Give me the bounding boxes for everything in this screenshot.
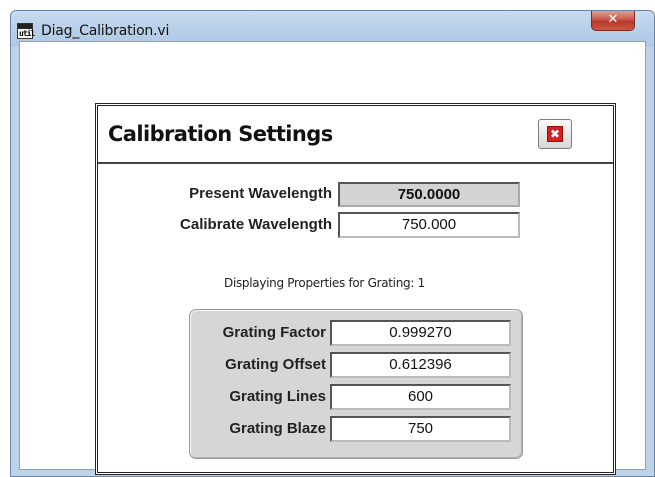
grating-offset-label: Grating Offset bbox=[225, 356, 326, 373]
panel-header: Calibration Settings ✖ bbox=[98, 106, 613, 164]
calibrate-wavelength-input[interactable]: 750.000 bbox=[338, 212, 520, 238]
panel-title: Calibration Settings bbox=[108, 122, 333, 146]
grating-factor-label: Grating Factor bbox=[222, 324, 326, 341]
window-title: Diag_Calibration.vi bbox=[41, 23, 170, 39]
close-icon: ✖ bbox=[547, 126, 563, 142]
grating-offset-input[interactable]: 0.612396 bbox=[330, 352, 511, 378]
grating-info-text: Displaying Properties for Grating: 1 bbox=[224, 276, 425, 290]
app-window: util Diag_Calibration.vi ✕ Calibration S… bbox=[10, 10, 655, 477]
grating-blaze-input[interactable]: 750 bbox=[330, 416, 511, 442]
window-close-button[interactable]: ✕ bbox=[591, 11, 635, 31]
grating-blaze-label: Grating Blaze bbox=[229, 420, 326, 437]
calibration-settings-panel: Calibration Settings ✖ Present Wavelengt… bbox=[95, 103, 616, 475]
present-wavelength-indicator: 750.0000 bbox=[338, 182, 520, 207]
window-client-area: Calibration Settings ✖ Present Wavelengt… bbox=[19, 41, 646, 475]
grating-factor-input[interactable]: 0.999270 bbox=[330, 320, 511, 346]
panel-close-button[interactable]: ✖ bbox=[538, 119, 572, 149]
calibrate-wavelength-label: Calibrate Wavelength bbox=[180, 216, 332, 233]
present-wavelength-label: Present Wavelength bbox=[189, 185, 332, 202]
labview-util-icon: util bbox=[17, 23, 35, 39]
grating-lines-input[interactable]: 600 bbox=[330, 384, 511, 410]
grating-lines-label: Grating Lines bbox=[229, 388, 326, 405]
grating-properties-box: Grating Factor 0.999270 Grating Offset 0… bbox=[189, 309, 523, 459]
